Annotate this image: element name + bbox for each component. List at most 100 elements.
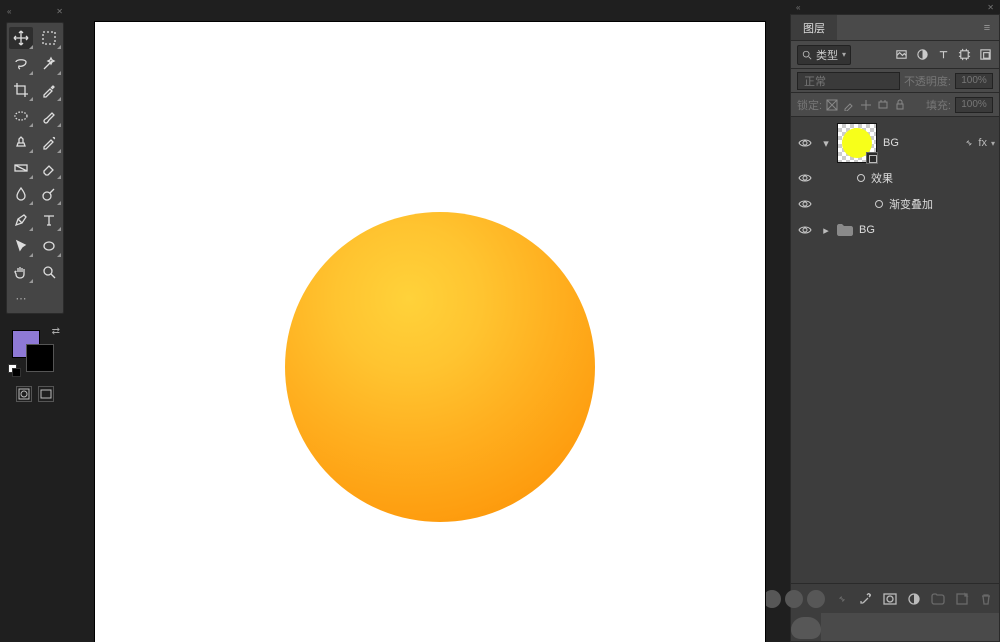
history-brush-tool[interactable]	[37, 131, 61, 153]
magic-wand-tool[interactable]	[37, 53, 61, 75]
lock-label: 锁定:	[797, 97, 822, 113]
lasso-tool[interactable]	[9, 53, 33, 75]
filter-kind-label: 类型	[816, 47, 838, 63]
search-icon	[802, 50, 812, 60]
fx-header-label: 效果	[871, 170, 995, 186]
layers-footer	[791, 583, 999, 613]
filter-icons	[893, 47, 993, 63]
fill-label: 填充:	[926, 97, 951, 113]
layer-filter-row: 类型 ▾	[791, 41, 999, 69]
screen-mode-button[interactable]	[38, 386, 54, 402]
chevron-down-icon: ▾	[842, 50, 846, 59]
tab-layers[interactable]: 图层	[791, 15, 837, 40]
filter-adjust-icon[interactable]	[914, 47, 930, 63]
folder-icon	[837, 224, 853, 236]
layer-row-bg-shape[interactable]: ▾ BG fx ▾	[791, 121, 999, 165]
brush-tool[interactable]	[37, 105, 61, 127]
opacity-label: 不透明度:	[904, 73, 951, 89]
new-layer-button[interactable]	[955, 591, 969, 607]
background-color[interactable]	[26, 344, 54, 372]
artboard-tool[interactable]	[37, 27, 61, 49]
close-icon[interactable]: ✕	[987, 3, 994, 12]
lock-all-icon[interactable]	[894, 99, 906, 111]
opacity-value[interactable]: 100%	[955, 73, 993, 89]
layer-name[interactable]: BG	[859, 224, 995, 236]
swap-colors-icon[interactable]: ⇄	[52, 326, 60, 337]
path-select-tool[interactable]	[9, 235, 33, 257]
delete-layer-button[interactable]	[979, 591, 993, 607]
lock-position-icon[interactable]	[860, 99, 872, 111]
extra-tool[interactable]: ⋯	[9, 287, 33, 309]
layer-name[interactable]: BG	[883, 137, 958, 149]
dodge-tool[interactable]	[37, 183, 61, 205]
blur-tool[interactable]	[9, 183, 33, 205]
tool-grid: ⋯	[6, 22, 64, 314]
close-icon[interactable]: ✕	[56, 7, 63, 16]
filter-smart-icon[interactable]	[977, 47, 993, 63]
visibility-toggle[interactable]	[795, 173, 815, 183]
link-icon	[964, 138, 974, 148]
lock-fill-row: 锁定: 填充: 100%	[791, 93, 999, 117]
watermark-paws	[763, 590, 825, 608]
collapse-left-icon[interactable]: «	[7, 7, 11, 16]
smart-object-badge-icon	[866, 152, 878, 164]
layers-list: ▾ BG fx ▾ 效果	[791, 117, 999, 583]
layer-mask-button[interactable]	[883, 591, 897, 607]
panel-menu-icon[interactable]: ≡	[975, 15, 999, 40]
document-canvas[interactable]	[95, 22, 765, 642]
visibility-toggle[interactable]	[795, 225, 815, 235]
lock-brush-icon[interactable]	[843, 99, 855, 111]
adjustment-layer-button[interactable]	[907, 591, 921, 607]
crop-tool[interactable]	[9, 79, 33, 101]
layer-fx-indicator[interactable]: fx ▾	[964, 137, 995, 149]
ellipse-tool[interactable]	[37, 235, 61, 257]
watermark-big-paw	[791, 613, 821, 641]
filter-pixel-icon[interactable]	[893, 47, 909, 63]
layer-thumbnail[interactable]	[837, 123, 877, 163]
lock-icons	[826, 99, 906, 111]
fx-dot-icon	[857, 174, 865, 182]
quickmask-toggle[interactable]	[16, 386, 32, 402]
eraser-tool[interactable]	[37, 157, 61, 179]
type-tool[interactable]	[37, 209, 61, 231]
filter-shape-icon[interactable]	[956, 47, 972, 63]
visibility-toggle[interactable]	[795, 138, 815, 148]
screen-mode-row	[16, 386, 54, 402]
filter-type-icon[interactable]	[935, 47, 951, 63]
disclosure-icon[interactable]: ▸	[821, 224, 831, 237]
move-tool[interactable]	[9, 27, 33, 49]
hand-tool[interactable]	[9, 261, 33, 283]
default-colors-icon[interactable]	[8, 364, 20, 376]
lock-pixels-icon[interactable]	[826, 99, 838, 111]
frame-tool[interactable]	[9, 105, 33, 127]
layer-row-fx-header[interactable]: 效果	[791, 165, 999, 191]
visibility-toggle[interactable]	[795, 199, 815, 209]
disclosure-icon[interactable]: ▾	[821, 137, 831, 150]
layer-row-fx-gradient[interactable]: 渐变叠加	[791, 191, 999, 217]
panel-tabs: 图层 ≡	[791, 15, 999, 41]
layer-row-bg-group[interactable]: ▸ BG	[791, 217, 999, 243]
clone-stamp-tool[interactable]	[9, 131, 33, 153]
blend-mode-select[interactable]: 正常	[797, 72, 900, 90]
link-layers-button[interactable]	[835, 591, 849, 607]
color-well: ⇄	[6, 326, 64, 376]
fx-dot-icon	[875, 200, 883, 208]
tool-panel-header[interactable]: « ✕	[5, 4, 65, 18]
fill-value[interactable]: 100%	[955, 97, 993, 113]
filter-kind-select[interactable]: 类型 ▾	[797, 45, 851, 65]
right-dock: « ✕ 图层 ≡ 类型 ▾	[790, 0, 1000, 642]
layers-panel: 图层 ≡ 类型 ▾ 正常 不透明度:	[790, 14, 1000, 642]
collapse-left-icon[interactable]: «	[796, 3, 800, 12]
eyedropper-tool[interactable]	[37, 79, 61, 101]
dock-header[interactable]: « ✕	[790, 0, 1000, 14]
chevron-down-icon: ▾	[991, 139, 995, 148]
tool-strip: « ✕ ⋯ ⇄	[0, 0, 70, 642]
lock-artboard-icon[interactable]	[877, 99, 889, 111]
orange-circle-shape[interactable]	[285, 212, 595, 522]
layer-style-button[interactable]	[859, 591, 873, 607]
gradient-tool[interactable]	[9, 157, 33, 179]
canvas-area	[70, 0, 790, 642]
zoom-tool[interactable]	[37, 261, 61, 283]
group-layers-button[interactable]	[931, 591, 945, 607]
pen-tool[interactable]	[9, 209, 33, 231]
